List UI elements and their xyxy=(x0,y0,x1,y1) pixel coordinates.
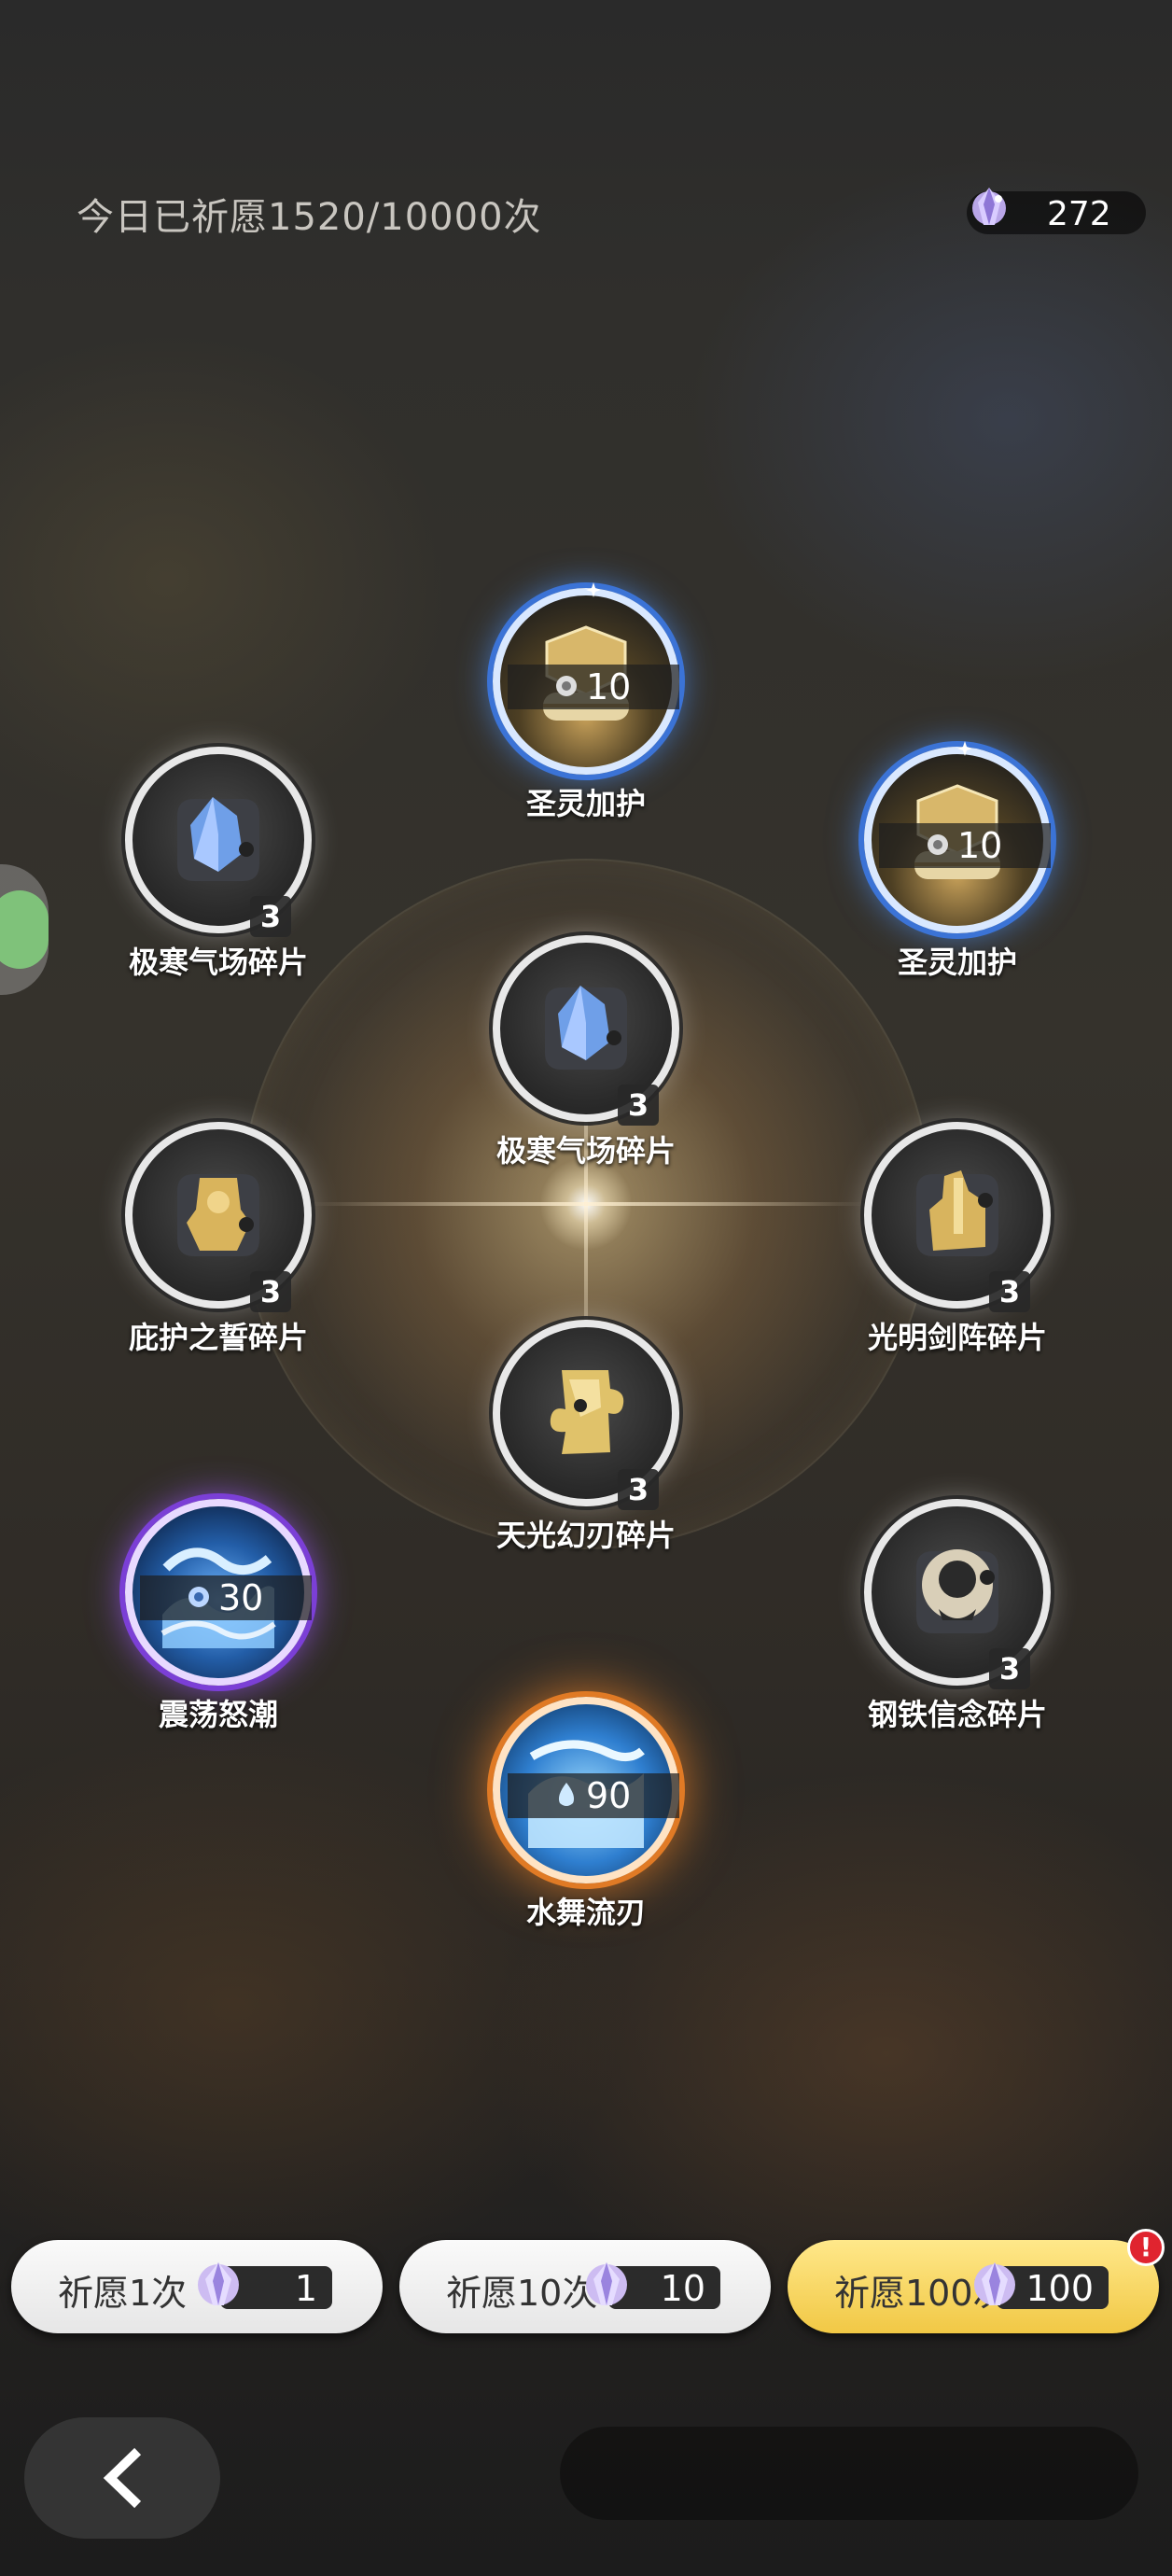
crystal-gem-icon xyxy=(974,2262,1015,2305)
wish-1-label: 祈愿1次 xyxy=(58,2273,188,2314)
item-count: 3 xyxy=(618,1085,659,1126)
crystal-gem-icon xyxy=(556,676,577,696)
bottom-bar-shadow xyxy=(560,2427,1138,2520)
item-count: 10 xyxy=(957,825,1003,866)
item-count: 3 xyxy=(250,1271,291,1312)
wish-cost: 1 xyxy=(198,2262,332,2309)
reward-orb: 3 xyxy=(125,747,312,937)
item-count-band: 10 xyxy=(508,665,679,709)
back-button[interactable] xyxy=(24,2417,220,2539)
reward-orb: 30 xyxy=(125,1499,312,1686)
ice-crystal-fragment-icon xyxy=(545,986,627,1070)
reward-item[interactable]: 3 极寒气场碎片 xyxy=(493,935,679,1197)
item-name: 圣灵加护 xyxy=(525,786,646,821)
item-name: 震荡怒潮 xyxy=(158,1697,278,1732)
reward-orb: 10 xyxy=(864,741,1051,933)
currency-count: 272 xyxy=(1047,195,1111,233)
item-name: 水舞流刃 xyxy=(525,1895,646,1930)
wish-cost: 100 xyxy=(974,2262,1109,2309)
reward-orb: 3 xyxy=(493,935,679,1126)
crystal-gem-icon xyxy=(188,1587,209,1607)
crystal-gem-icon xyxy=(928,834,948,855)
reward-orb: 3 xyxy=(864,1122,1051,1312)
reward-orb: 3 xyxy=(493,1320,679,1510)
item-name: 极寒气场碎片 xyxy=(128,945,308,980)
reward-orb: 3 xyxy=(125,1122,312,1312)
item-count: 3 xyxy=(618,1469,659,1510)
alert-badge: ! xyxy=(1127,2229,1165,2266)
crystal-gem-icon xyxy=(586,2262,627,2305)
reward-item[interactable]: 30 震荡怒潮 xyxy=(125,1499,312,1760)
item-count: 30 xyxy=(218,1577,264,1618)
wish-10-label: 祈愿10次 xyxy=(446,2273,598,2314)
gold-puzzle-fragment-icon xyxy=(550,1370,624,1454)
daily-wish-counter: 今日已祈愿1520/10000次 xyxy=(77,196,542,239)
iron-face-fragment-icon xyxy=(916,1549,998,1633)
item-count: 3 xyxy=(250,896,291,937)
reward-item[interactable]: 3 庇护之誓碎片 xyxy=(125,1122,312,1383)
wish-cost-amount: 1 xyxy=(294,2268,317,2309)
reward-item[interactable]: 90 水舞流刃 xyxy=(493,1697,679,1958)
item-count: 90 xyxy=(586,1775,632,1816)
chevron-left-icon xyxy=(103,2447,142,2509)
item-count-band: 90 xyxy=(508,1773,679,1818)
reward-orb: 3 xyxy=(864,1499,1051,1689)
item-name: 光明剑阵碎片 xyxy=(867,1320,1047,1355)
gold-sword-fragment-icon xyxy=(916,1170,998,1256)
item-name: 钢铁信念碎片 xyxy=(867,1697,1047,1732)
item-count: 3 xyxy=(989,1271,1030,1312)
currency-display[interactable]: 272 xyxy=(967,188,1146,234)
wish-cost: 10 xyxy=(586,2262,720,2309)
wish-100-button[interactable]: 祈愿100次 100 ! xyxy=(788,2229,1165,2333)
gold-shield-fragment-icon xyxy=(177,1174,259,1256)
reward-orb: 90 xyxy=(493,1697,679,1883)
item-count-band: 10 xyxy=(879,823,1051,868)
item-name: 天光幻刃碎片 xyxy=(495,1518,676,1553)
wish-cost-amount: 10 xyxy=(660,2268,705,2309)
reward-item[interactable]: 3 钢铁信念碎片 xyxy=(864,1499,1051,1760)
reward-item[interactable]: 3 天光幻刃碎片 xyxy=(493,1320,679,1581)
light-flare-horizontal xyxy=(308,1202,868,1206)
sparkle-icon xyxy=(586,582,601,597)
item-count: 3 xyxy=(989,1648,1030,1689)
sparkle-icon xyxy=(957,741,972,756)
reward-orb: 10 xyxy=(493,582,679,775)
wish-cost-amount: 100 xyxy=(1026,2268,1094,2309)
water-drop-icon xyxy=(558,1783,575,1806)
wish-10-button[interactable]: 祈愿10次 10 xyxy=(399,2240,771,2333)
reward-item[interactable]: 3 极寒气场碎片 xyxy=(125,747,312,1008)
item-count: 10 xyxy=(586,666,632,707)
crystal-gem-icon xyxy=(198,2262,239,2305)
item-name: 圣灵加护 xyxy=(897,945,1017,980)
crystal-gem-icon xyxy=(972,188,1006,225)
ice-crystal-fragment-icon xyxy=(177,797,259,881)
wish-1-button[interactable]: 祈愿1次 1 xyxy=(11,2240,383,2333)
item-name: 庇护之誓碎片 xyxy=(128,1320,308,1355)
item-name: 极寒气场碎片 xyxy=(495,1133,676,1169)
chat-icon xyxy=(0,890,49,969)
reward-item[interactable]: 10 圣灵加护 xyxy=(864,741,1051,1008)
item-count-band: 30 xyxy=(140,1575,312,1620)
side-chat-bubble[interactable] xyxy=(0,864,49,995)
reward-item[interactable]: 10 圣灵加护 xyxy=(493,582,679,849)
reward-item[interactable]: 3 光明剑阵碎片 xyxy=(864,1122,1051,1383)
